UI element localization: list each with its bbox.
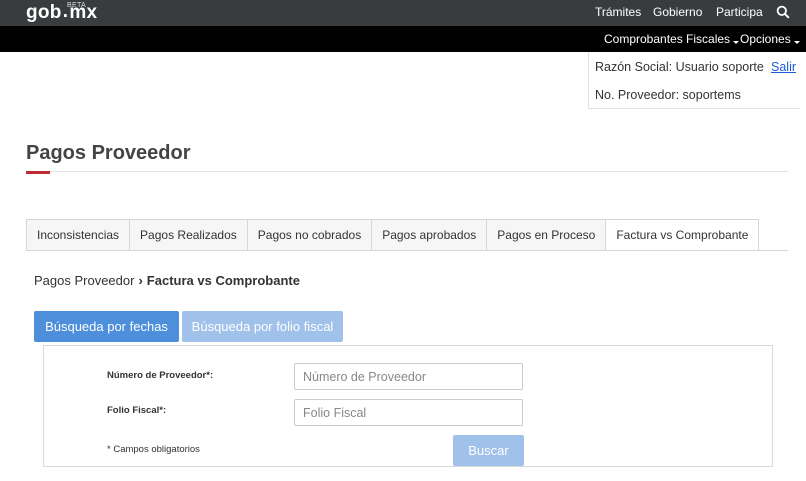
nav-tramites[interactable]: Trámites [595, 5, 641, 19]
tab-pagos-no-cobrados[interactable]: Pagos no cobrados [246, 219, 372, 251]
tab-pagos-realizados[interactable]: Pagos Realizados [129, 219, 247, 251]
numero-proveedor: No. Proveedor: soportems [595, 88, 741, 102]
logo-text-gob: gob [26, 2, 62, 23]
breadcrumb: Pagos Proveedor › Factura vs Comprobante [34, 273, 300, 288]
user-info-panel: Razón Social: Usuario soporte Salir No. … [588, 52, 800, 109]
required-fields-note: * Campos obligatorios [107, 444, 200, 455]
tab-factura-vs-comprobante[interactable]: Factura vs Comprobante [605, 219, 760, 251]
page-title: Pagos Proveedor [26, 142, 191, 164]
folio-fiscal-label: Folio Fiscal*: [107, 405, 167, 416]
razon-social: Razón Social: Usuario soporte [595, 60, 764, 74]
search-form: Número de Proveedor*: Folio Fiscal*: * C… [43, 345, 773, 467]
numero-proveedor-label: Número de Proveedor*: [107, 370, 214, 381]
top-navbar: gob.mx BETA Trámites Gobierno Participa [0, 0, 806, 26]
menu-comprobantes-label: Comprobantes Fiscales [604, 32, 731, 46]
gobmx-logo[interactable]: gob.mx BETA [26, 1, 97, 24]
caret-down-icon [793, 41, 800, 44]
numero-proveedor-input[interactable] [294, 363, 523, 390]
title-divider [26, 171, 788, 172]
beta-badge: BETA [67, 2, 86, 9]
breadcrumb-separator-icon: › [138, 273, 143, 288]
menu-opciones[interactable]: Opciones [740, 32, 800, 46]
breadcrumb-parent[interactable]: Pagos Proveedor [34, 273, 134, 288]
sub-navbar: Comprobantes Fiscales Opciones [0, 26, 806, 52]
tab-pagos-aprobados[interactable]: Pagos aprobados [371, 219, 487, 251]
tab-bar: Inconsistencias Pagos Realizados Pagos n… [26, 219, 760, 251]
nav-participa[interactable]: Participa [716, 5, 763, 19]
nav-gobierno[interactable]: Gobierno [653, 5, 702, 19]
busqueda-por-folio-button[interactable]: Búsqueda por folio fiscal [182, 311, 343, 342]
tab-pagos-en-proceso[interactable]: Pagos en Proceso [486, 219, 606, 251]
salir-link[interactable]: Salir [771, 60, 796, 74]
title-accent-bar [26, 171, 50, 174]
menu-comprobantes-fiscales[interactable]: Comprobantes Fiscales [604, 32, 740, 46]
folio-fiscal-input[interactable] [294, 399, 523, 426]
caret-down-icon [733, 41, 740, 44]
menu-opciones-label: Opciones [740, 32, 791, 46]
buscar-button[interactable]: Buscar [453, 435, 524, 466]
breadcrumb-current: Factura vs Comprobante [146, 273, 300, 288]
tab-inconsistencias[interactable]: Inconsistencias [26, 219, 130, 251]
busqueda-por-fechas-button[interactable]: Búsqueda por fechas [34, 311, 179, 342]
search-icon[interactable] [776, 5, 790, 19]
tabs-baseline [26, 250, 788, 251]
